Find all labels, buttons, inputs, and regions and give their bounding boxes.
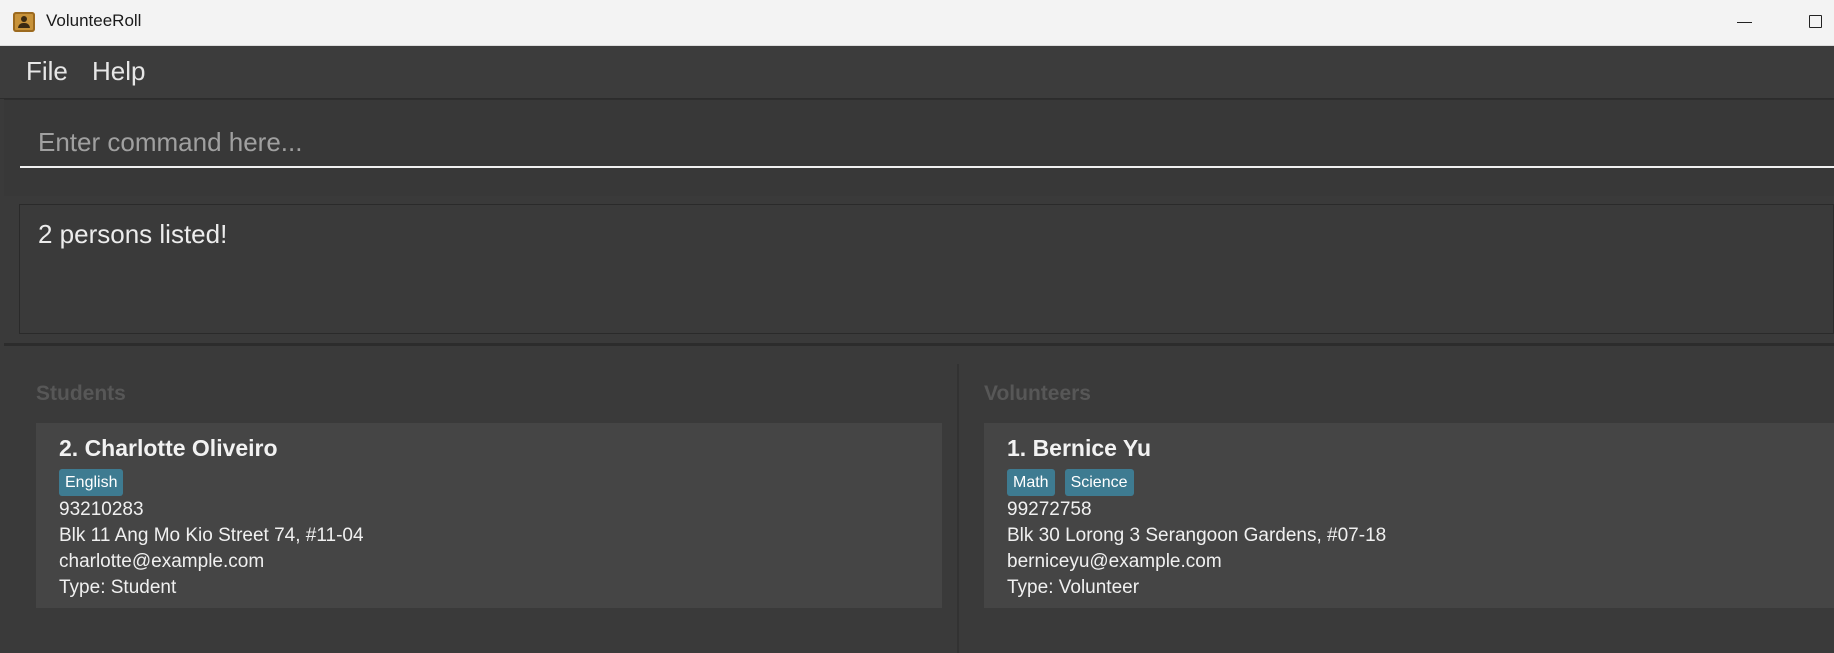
volunteers-title: Volunteers: [984, 382, 1091, 405]
section-divider: [4, 343, 1834, 346]
card-email: charlotte@example.com: [59, 551, 265, 572]
card-type: Type: Volunteer: [1007, 577, 1140, 598]
card-type: Type: Student: [59, 577, 177, 598]
card-phone: 99272758: [1007, 499, 1092, 520]
title-bar: VolunteeRoll: [0, 0, 1834, 46]
card-address: Blk 30 Lorong 3 Serangoon Gardens, #07-1…: [1007, 525, 1387, 546]
menu-file[interactable]: File: [26, 56, 68, 87]
minimize-icon[interactable]: [1737, 22, 1752, 23]
students-title: Students: [36, 382, 126, 405]
students-panel: Students 2. Charlotte Oliveiro English 9…: [36, 364, 942, 653]
tag: Science: [1064, 469, 1134, 496]
card-name: 2. Charlotte Oliveiro: [59, 435, 278, 461]
result-message: 2 persons listed!: [38, 219, 228, 249]
tag: English: [59, 469, 124, 496]
result-display: 2 persons listed!: [19, 204, 1834, 334]
menu-bar: File Help: [0, 46, 1834, 99]
maximize-icon[interactable]: [1809, 15, 1822, 28]
window-title: VolunteeRoll: [46, 11, 142, 30]
person-contact-icon: [13, 12, 35, 32]
tag-list: Math Science: [1007, 469, 1134, 496]
volunteers-panel: Volunteers 1. Bernice Yu Math Science 99…: [984, 364, 1834, 653]
app-window: VolunteeRoll File Help 2 persons listed!…: [0, 0, 1834, 653]
card-address: Blk 11 Ang Mo Kio Street 74, #11-04: [59, 525, 364, 546]
card-name: 1. Bernice Yu: [1007, 435, 1152, 461]
command-box: [4, 99, 1834, 196]
tag-list: English: [59, 469, 124, 496]
card-email: berniceyu@example.com: [1007, 551, 1222, 572]
list-divider: [957, 364, 959, 653]
card-phone: 93210283: [59, 499, 144, 520]
menu-help[interactable]: Help: [92, 56, 145, 87]
volunteer-card[interactable]: 1. Bernice Yu Math Science 99272758 Blk …: [984, 423, 1834, 608]
command-input[interactable]: [20, 118, 1834, 168]
tag: Math: [1007, 469, 1055, 496]
student-card[interactable]: 2. Charlotte Oliveiro English 93210283 B…: [36, 423, 942, 608]
